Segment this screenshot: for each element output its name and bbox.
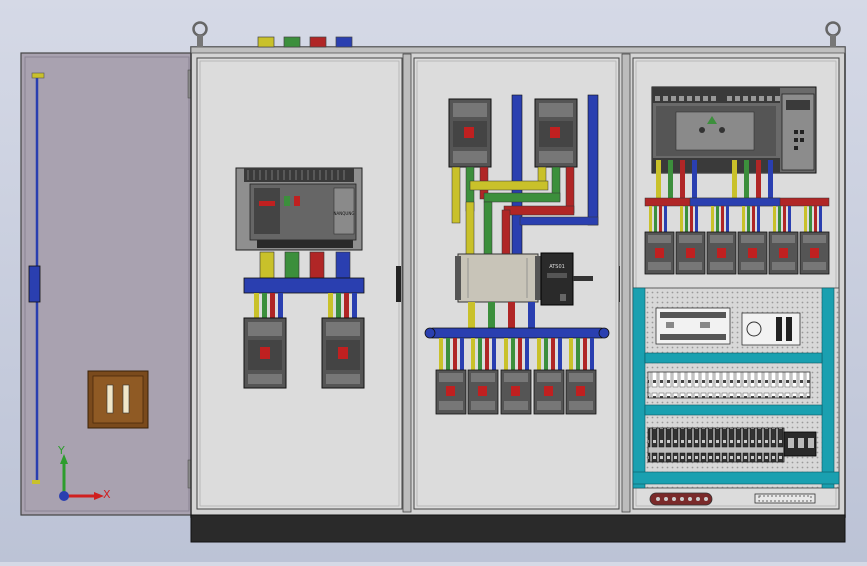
top-terminal-red xyxy=(309,36,327,48)
outgoing-breaker-5 xyxy=(565,369,597,415)
plinth xyxy=(190,514,846,543)
transfer-switch xyxy=(455,253,541,303)
mcb-1 xyxy=(644,231,675,275)
ats-handle xyxy=(573,276,593,281)
lifting-eye-right xyxy=(825,21,841,47)
top-terminal-yellow xyxy=(257,36,275,48)
outgoing-breaker-1 xyxy=(435,369,467,415)
plc-io-module xyxy=(655,307,731,345)
lifting-eye-left xyxy=(192,21,208,47)
busbar-distribution-section: ATS01 xyxy=(413,57,620,510)
incoming-mccb-1 xyxy=(448,98,492,168)
mccb-right xyxy=(321,317,365,389)
mcb-3 xyxy=(706,231,737,275)
door-latch xyxy=(28,265,41,303)
top-terminal-blue xyxy=(335,36,353,48)
acb-brand-label: NANQUNG xyxy=(334,211,355,216)
distribution-busbar xyxy=(427,327,607,339)
cabinet-cad-view: NANQUNG ATS01 Y X xyxy=(0,0,867,562)
axis-x-label: X xyxy=(103,488,111,501)
mcb-6 xyxy=(799,231,830,275)
mcb-2 xyxy=(675,231,706,275)
terminal-row-2 xyxy=(647,427,785,463)
outgoing-breaker-4 xyxy=(533,369,565,415)
axis-y-label: Y xyxy=(57,444,65,457)
terminal-row-1 xyxy=(647,371,811,399)
top-terminal-green xyxy=(283,36,301,48)
open-door xyxy=(20,52,195,516)
plc-control-section xyxy=(632,57,840,510)
ats-label: ATS01 xyxy=(549,264,565,270)
outgoing-breaker-2 xyxy=(467,369,499,415)
incoming-breaker-section: NANQUNG xyxy=(196,57,403,510)
air-circuit-breaker: NANQUNG xyxy=(235,167,363,251)
incoming-mccb-2 xyxy=(534,98,578,168)
mcb-5 xyxy=(768,231,799,275)
cabinet-drawing: NANQUNG ATS01 Y X xyxy=(20,21,846,543)
divider-2 xyxy=(621,53,631,513)
plc-hmi-module xyxy=(741,312,801,346)
divider-1 xyxy=(402,53,412,513)
mcb-4 xyxy=(737,231,768,275)
door-handle xyxy=(87,370,149,429)
mccb-left xyxy=(243,317,287,389)
outgoing-breaker-3 xyxy=(500,369,532,415)
door-panel xyxy=(20,52,194,516)
